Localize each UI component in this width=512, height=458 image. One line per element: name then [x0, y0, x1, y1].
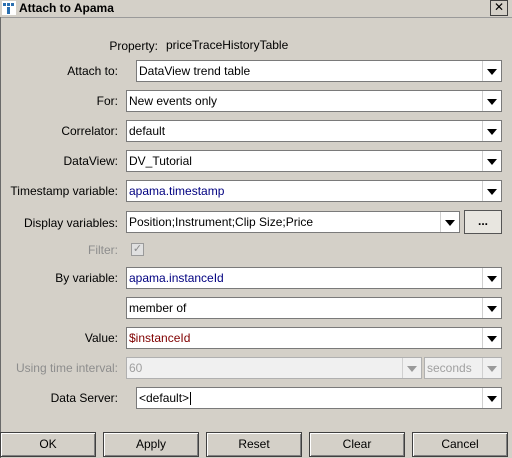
dataview-dropdown[interactable]: DV_Tutorial [126, 150, 502, 172]
for-chevron-down-icon[interactable] [482, 91, 501, 111]
by-variable-dropdown[interactable]: apama.instanceId [126, 267, 502, 289]
operator-chevron-down-icon[interactable] [482, 298, 501, 318]
value-value: $instanceId [129, 331, 191, 345]
time-unit-chevron-down-icon[interactable] [482, 358, 501, 378]
display-variables-browse-button[interactable]: ... [464, 210, 502, 234]
filter-checkbox[interactable]: ✓ [131, 243, 144, 256]
time-interval-value: 60 [129, 361, 143, 375]
data-server-dropdown[interactable]: <default> [136, 387, 502, 409]
clear-button[interactable]: Clear [309, 432, 405, 457]
data-server-label: Data Server: [50, 391, 118, 405]
dataview-label: DataView: [63, 154, 118, 168]
time-unit-value: seconds [427, 361, 472, 375]
operator-value: member of [129, 301, 187, 315]
close-icon[interactable]: ✕ [490, 0, 508, 16]
by-variable-label: By variable: [55, 271, 118, 285]
correlator-chevron-down-icon[interactable] [482, 121, 501, 141]
property-value: priceTraceHistoryTable [166, 38, 289, 52]
attach-to-dropdown[interactable]: DataView trend table [136, 60, 502, 82]
reset-button[interactable]: Reset [206, 432, 302, 457]
correlator-value: default [129, 124, 166, 138]
apply-button[interactable]: Apply [103, 432, 199, 457]
value-dropdown[interactable]: $instanceId [126, 327, 502, 349]
time-interval-label: Using time interval: [15, 361, 118, 375]
data-server-chevron-down-icon[interactable] [482, 388, 501, 408]
window-title: Attach to Apama [19, 1, 114, 15]
display-variables-value: Position;Instrument;Clip Size;Price [129, 215, 314, 229]
ok-button[interactable]: OK [0, 432, 96, 457]
dataview-value: DV_Tutorial [129, 154, 192, 168]
timestamp-variable-label: Timestamp variable: [10, 184, 118, 198]
display-variables-chevron-down-icon[interactable] [440, 212, 459, 232]
display-variables-label: Display variables: [23, 216, 118, 230]
attach-to-value: DataView trend table [139, 64, 251, 78]
dataview-chevron-down-icon[interactable] [482, 151, 501, 171]
property-label: Property: [109, 39, 158, 53]
value-chevron-down-icon[interactable] [482, 328, 501, 348]
correlator-dropdown[interactable]: default [126, 120, 502, 142]
data-server-value: <default> [139, 391, 192, 406]
display-variables-dropdown[interactable]: Position;Instrument;Clip Size;Price [126, 211, 460, 233]
for-label: For: [96, 94, 118, 108]
attach-to-label: Attach to: [67, 64, 118, 78]
apama-app-icon [2, 1, 16, 15]
value-label: Value: [84, 331, 118, 345]
time-interval-chevron-down-icon[interactable] [402, 358, 421, 378]
time-interval-dropdown[interactable]: 60 [126, 357, 422, 379]
filter-label: Filter: [88, 243, 118, 257]
by-variable-chevron-down-icon[interactable] [482, 268, 501, 288]
attach-to-chevron-down-icon[interactable] [482, 61, 501, 81]
title-bar: Attach to Apama ✕ [0, 0, 512, 18]
correlator-label: Correlator: [61, 124, 118, 138]
by-variable-value: apama.instanceId [129, 271, 224, 285]
timestamp-variable-value: apama.timestamp [129, 184, 225, 198]
operator-dropdown[interactable]: member of [126, 297, 502, 319]
cancel-button[interactable]: Cancel [412, 432, 508, 457]
for-value: New events only [129, 94, 218, 108]
time-unit-dropdown[interactable]: seconds [424, 357, 502, 379]
for-dropdown[interactable]: New events only [126, 90, 502, 112]
timestamp-chevron-down-icon[interactable] [482, 181, 501, 201]
timestamp-variable-dropdown[interactable]: apama.timestamp [126, 180, 502, 202]
